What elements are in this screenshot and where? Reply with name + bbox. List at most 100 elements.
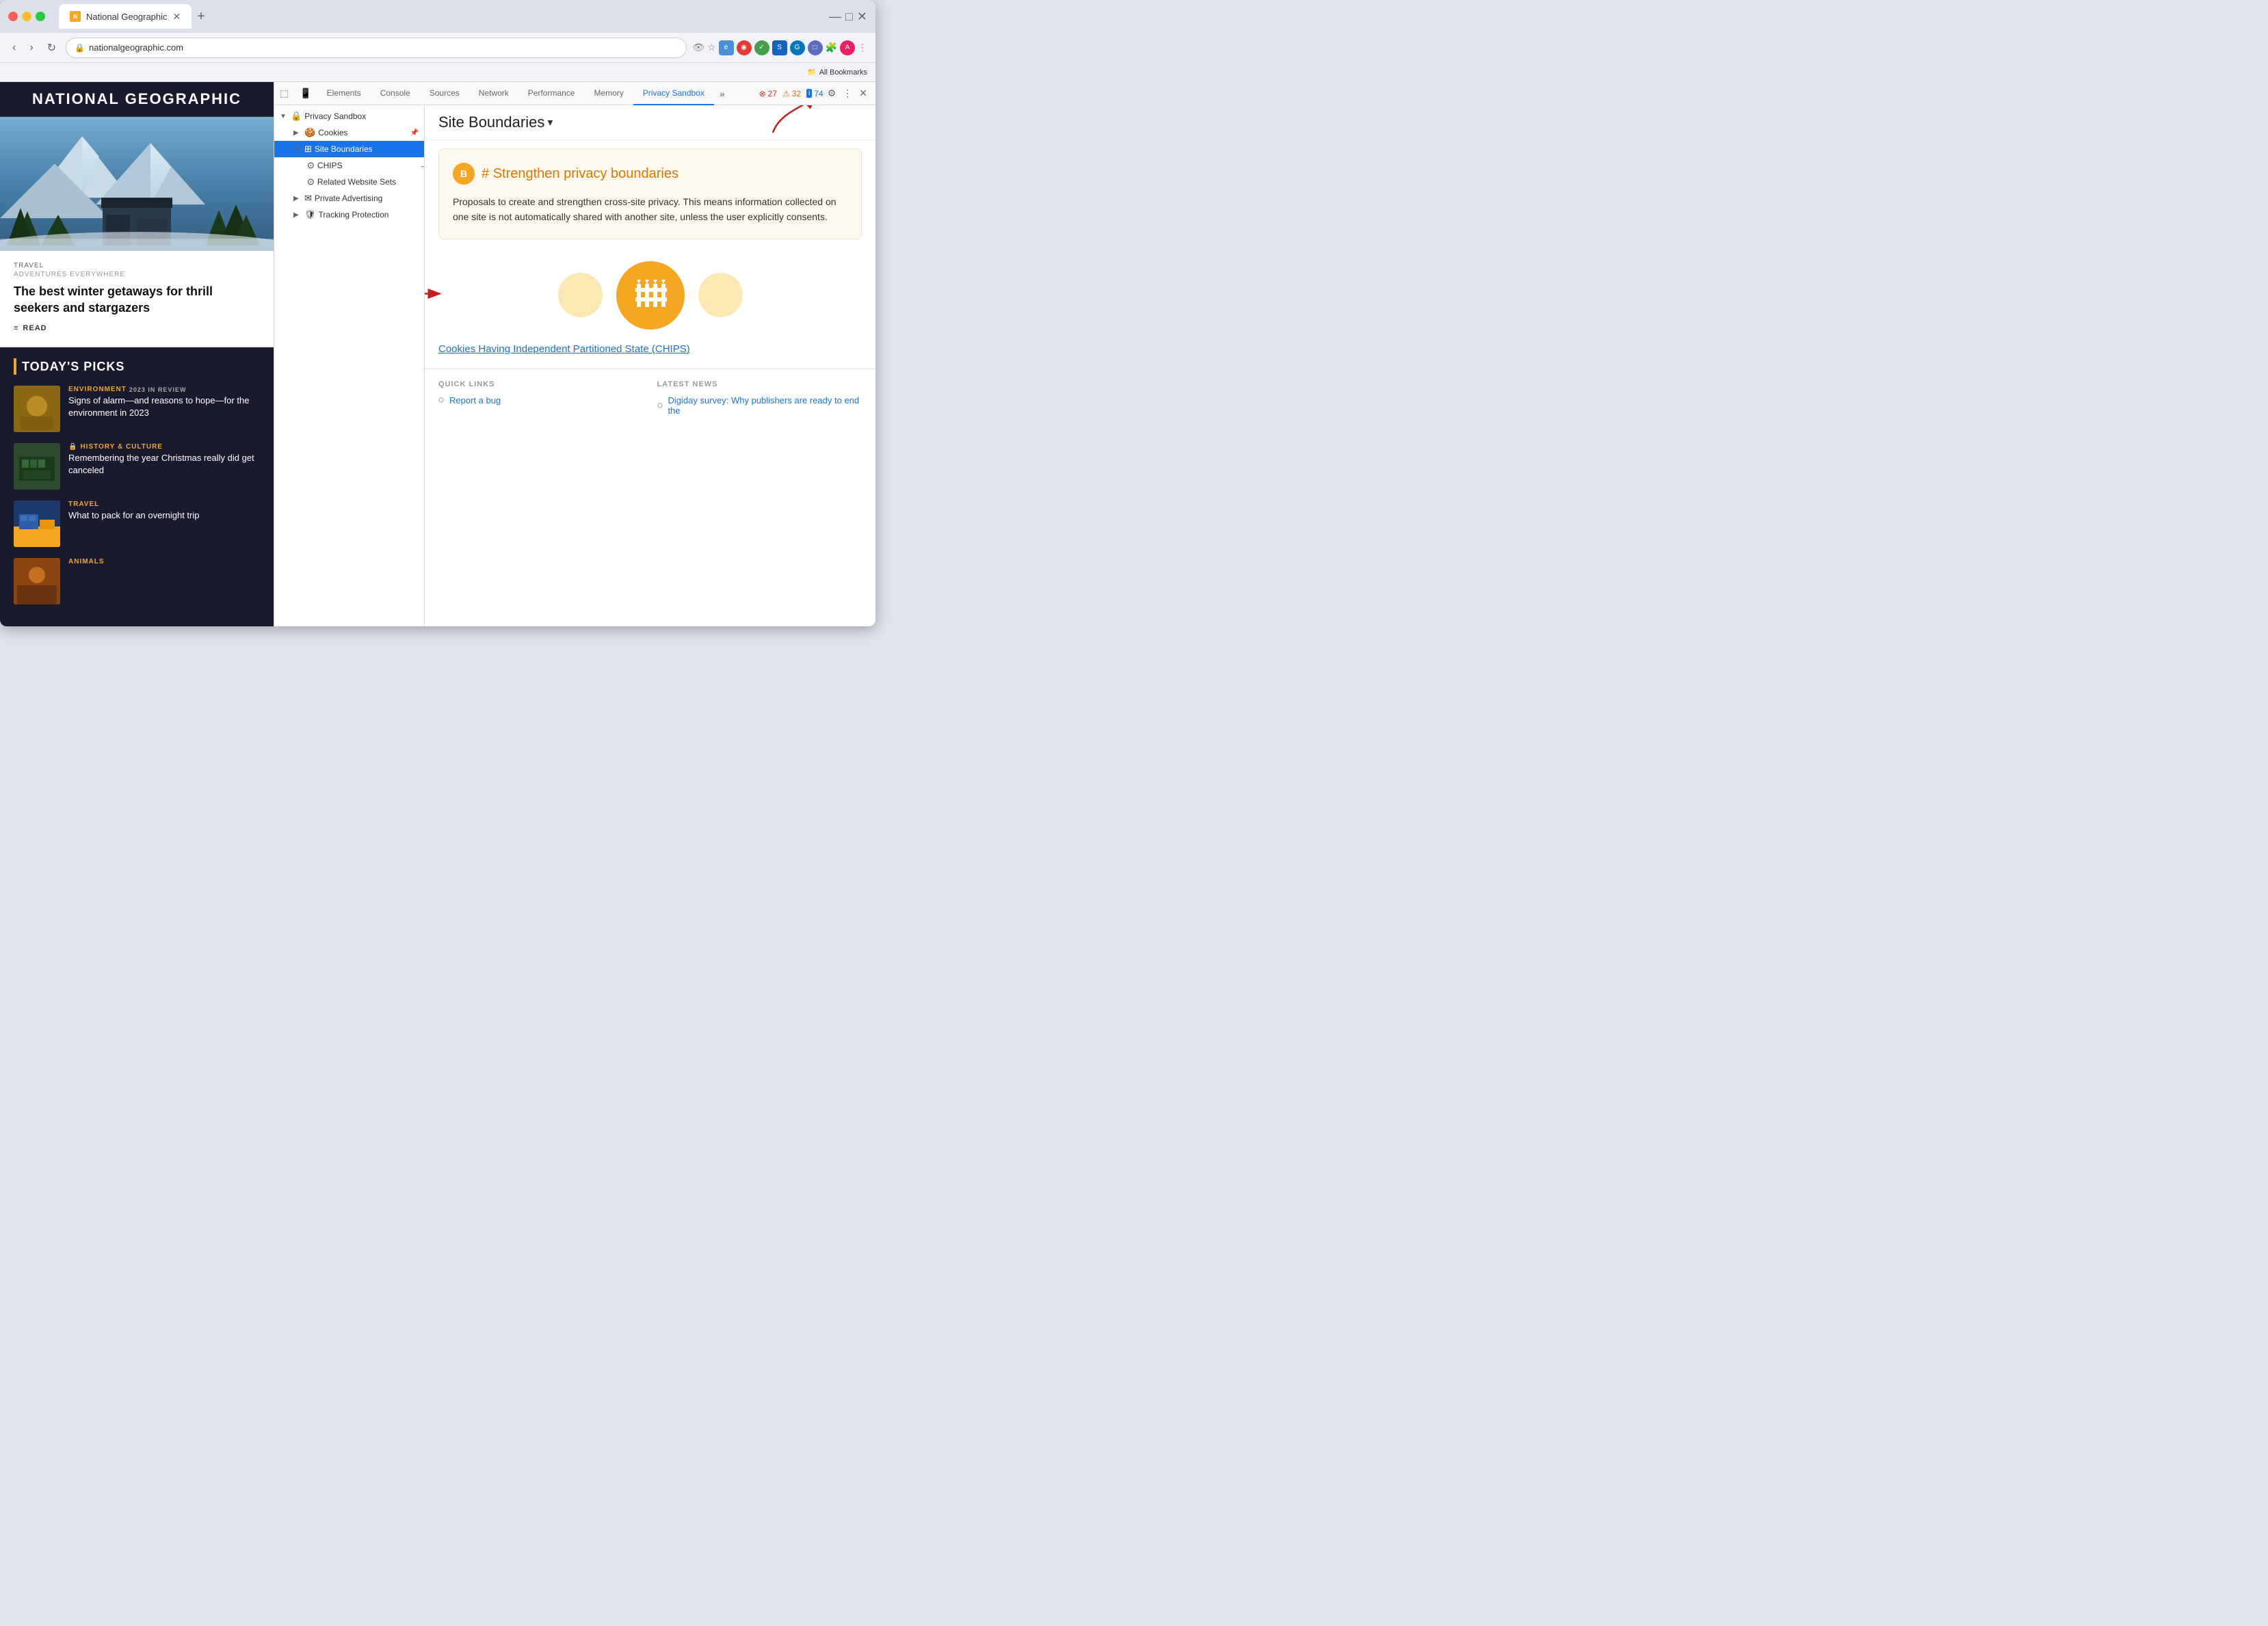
tab-title: National Geographic — [86, 12, 168, 22]
address-bar[interactable]: 🔒 nationalgeographic.com — [66, 38, 687, 58]
tree-label: Privacy Sandbox — [304, 111, 419, 121]
tree-item-related-website-sets[interactable]: ⊙ Related Website Sets — [274, 174, 424, 190]
window-close-icon[interactable]: ✕ — [857, 10, 867, 24]
article-title: The best winter getaways for thrill seek… — [14, 284, 260, 316]
strengthen-title-text: Strengthen privacy boundaries — [493, 166, 678, 181]
bookmark-icon[interactable]: ☆ — [707, 42, 716, 53]
extension-icon-3[interactable]: ✓ — [754, 40, 769, 55]
env-thumb-image — [14, 386, 60, 432]
tree-item-tracking-protection[interactable]: ▶ 🛡 Tracking Protection — [274, 206, 424, 223]
related-sets-icon: ⊙ — [307, 176, 315, 187]
animals-svg — [14, 558, 60, 604]
extension-icon-4[interactable]: S — [772, 40, 787, 55]
maximize-button[interactable] — [36, 12, 45, 21]
pin-icon: 📌 — [410, 129, 419, 137]
list-item[interactable]: 🔒 HISTORY & CULTURE Remembering the year… — [14, 443, 260, 490]
eye-slash-icon[interactable]: 👁 — [692, 42, 704, 53]
tree-arrow-icon: ▼ — [280, 113, 288, 120]
tree-arrow-icon: ▶ — [293, 129, 302, 137]
website-content: National Geographic — [0, 82, 274, 626]
info-icon: i — [806, 89, 812, 98]
minimize-button[interactable] — [22, 12, 31, 21]
tab-bar: N National Geographic ✕ + — [59, 4, 823, 29]
tree-item-privacy-sandbox[interactable]: ▼ 🔒 Privacy Sandbox — [274, 108, 424, 124]
devtools-close-button[interactable]: ✕ — [856, 85, 870, 102]
list-item[interactable]: TRAVEL What to pack for an overnight tri… — [14, 501, 260, 547]
link-dot-icon — [657, 403, 663, 408]
list-item[interactable]: ENVIRONMENT 2023 IN REVIEW Signs of alar… — [14, 386, 260, 432]
close-button[interactable] — [8, 12, 18, 21]
back-button[interactable]: ‹ — [8, 38, 20, 58]
panel-dropdown-arrow[interactable]: ▾ — [547, 116, 553, 129]
tab-console[interactable]: Console — [371, 82, 420, 105]
pick-tag: 🔒 HISTORY & CULTURE — [68, 443, 260, 451]
devtools-cursor-icon[interactable]: ⬚ — [274, 88, 294, 99]
pick-tag: TRAVEL — [68, 501, 260, 508]
extensions-icon[interactable]: 🧩 — [826, 42, 837, 53]
pick-content: TRAVEL What to pack for an overnight tri… — [68, 501, 260, 522]
window-expand-icon[interactable]: □ — [845, 10, 853, 24]
tree-item-chips[interactable]: ⊙ CHIPS → — [274, 157, 424, 174]
devtools-settings-button[interactable]: ⚙ — [825, 85, 839, 102]
devtools-mobile-icon[interactable]: 📱 — [294, 88, 317, 99]
title-bar: N National Geographic ✕ + — □ ✕ — [0, 0, 875, 33]
traffic-lights — [8, 12, 45, 21]
extension-icon-5[interactable]: G — [790, 40, 805, 55]
reload-button[interactable]: ↻ — [43, 37, 60, 59]
pick-content: 🔒 HISTORY & CULTURE Remembering the year… — [68, 443, 260, 477]
profile-icon[interactable]: A — [840, 40, 855, 55]
lock-icon: 🔒 — [75, 43, 85, 53]
more-options-icon[interactable]: ⋮ — [858, 42, 867, 53]
tree-item-cookies[interactable]: ▶ 🍪 Cookies 📌 — [274, 124, 424, 141]
more-tabs-button[interactable]: » — [714, 88, 730, 99]
devtools-content: ▼ 🔒 Privacy Sandbox ▶ 🍪 Cookies 📌 — [274, 105, 875, 626]
tree-label: Private Advertising — [315, 194, 419, 203]
digiday-link[interactable]: Digiday survey: Why publishers are ready… — [657, 395, 862, 416]
tree-label: Site Boundaries — [315, 144, 419, 154]
tree-label: CHIPS — [317, 161, 419, 170]
read-link[interactable]: ≡ READ — [14, 324, 260, 332]
extension-icon-2[interactable]: ◉ — [737, 40, 752, 55]
new-tab-button[interactable]: + — [192, 6, 211, 27]
warning-icon: ⚠ — [782, 89, 790, 98]
article-subtitle: ADVENTURES EVERYWHERE — [14, 271, 260, 278]
devtools-main-panel: Site Boundaries ▾ — [425, 105, 875, 626]
strengthen-title: # Strengthen privacy boundaries — [482, 166, 678, 182]
forward-button[interactable]: › — [25, 38, 37, 58]
error-badge: ⊗ 27 — [759, 89, 777, 98]
report-bug-link[interactable]: Report a bug — [438, 395, 644, 405]
section-header: TODAY'S PICKS — [14, 358, 260, 375]
icon-visualization-area — [425, 248, 875, 343]
tree-item-private-advertising[interactable]: ▶ ✉ Private Advertising — [274, 190, 424, 206]
pick-thumbnail — [14, 558, 60, 604]
tab-close-button[interactable]: ✕ — [173, 11, 181, 23]
window-minimize-icon[interactable]: — — [829, 10, 841, 24]
list-item[interactable]: ANIMALS — [14, 558, 260, 604]
tab-performance[interactable]: Performance — [518, 82, 585, 105]
tree-label: Cookies — [318, 128, 407, 137]
fence-circle — [616, 261, 685, 330]
tab-network[interactable]: Network — [469, 82, 518, 105]
extension-icon-6[interactable]: □ — [808, 40, 823, 55]
bookmarks-folder-icon: 📁 — [807, 68, 817, 77]
hero-img-bg — [0, 117, 274, 251]
tab-privacy-sandbox[interactable]: Privacy Sandbox — [633, 82, 714, 105]
section-title: TODAY'S PICKS — [22, 360, 124, 374]
tab-sources[interactable]: Sources — [420, 82, 469, 105]
chips-link[interactable]: Cookies Having Independent Partitioned S… — [425, 343, 875, 355]
devtools-more-button[interactable]: ⋮ — [840, 85, 855, 102]
strengthen-description: Proposals to create and strengthen cross… — [453, 194, 847, 225]
tree-arrow-icon: ▶ — [293, 211, 302, 219]
tree-item-site-boundaries[interactable]: ▼ ⊞ Site Boundaries — [274, 141, 424, 157]
bookmarks-label[interactable]: All Bookmarks — [819, 68, 867, 77]
tab-elements[interactable]: Elements — [317, 82, 371, 105]
tab-memory[interactable]: Memory — [584, 82, 633, 105]
animals-thumb-image — [14, 558, 60, 604]
extension-icon-1[interactable]: e — [719, 40, 734, 55]
info-badge: i 74 — [806, 89, 823, 98]
active-tab[interactable]: N National Geographic ✕ — [59, 4, 192, 29]
browser-window: N National Geographic ✕ + — □ ✕ ‹ › ↻ 🔒 … — [0, 0, 875, 626]
bottom-links-section: QUICK LINKS Report a bug LATEST NEWS — [425, 369, 875, 431]
chips-arrow-indicator: → — [419, 159, 425, 172]
cookies-icon: 🍪 — [304, 127, 315, 138]
